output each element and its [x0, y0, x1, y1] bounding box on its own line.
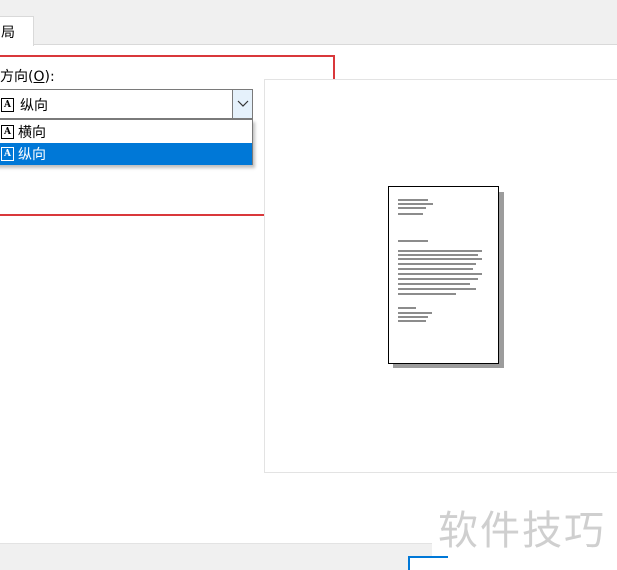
tab-label: 局: [1, 25, 15, 41]
chevron-down-icon: [237, 100, 248, 107]
orientation-label-text: 方向(: [0, 69, 34, 85]
orientation-selected-value: A 纵向: [1, 95, 48, 115]
option-label: 横向: [18, 125, 46, 141]
option-label: 纵向: [18, 147, 46, 163]
orientation-label-suffix: ):: [44, 69, 55, 85]
ok-button-partial[interactable]: [408, 556, 448, 570]
watermark-text: 软件技巧: [438, 508, 606, 554]
tab-strip: 局: [0, 0, 617, 46]
orientation-option-portrait[interactable]: A 纵向: [0, 143, 252, 165]
page-letter-a-icon: A: [1, 98, 14, 112]
orientation-select[interactable]: A 纵向: [0, 89, 253, 119]
tab-layout[interactable]: 局: [0, 16, 34, 46]
dialog-footer: [0, 543, 432, 570]
preview-page: [388, 186, 499, 364]
dropdown-toggle-button[interactable]: [232, 90, 252, 118]
orientation-option-landscape[interactable]: A 横向: [0, 121, 252, 143]
page-letter-a-icon: A: [1, 125, 14, 139]
orientation-access-key: O: [33, 69, 45, 85]
orientation-selected-text: 纵向: [20, 98, 48, 114]
page-letter-a-icon: A: [1, 147, 14, 161]
orientation-dropdown-list: A 横向 A 纵向: [0, 119, 253, 165]
orientation-label: 方向(O):: [0, 66, 55, 86]
